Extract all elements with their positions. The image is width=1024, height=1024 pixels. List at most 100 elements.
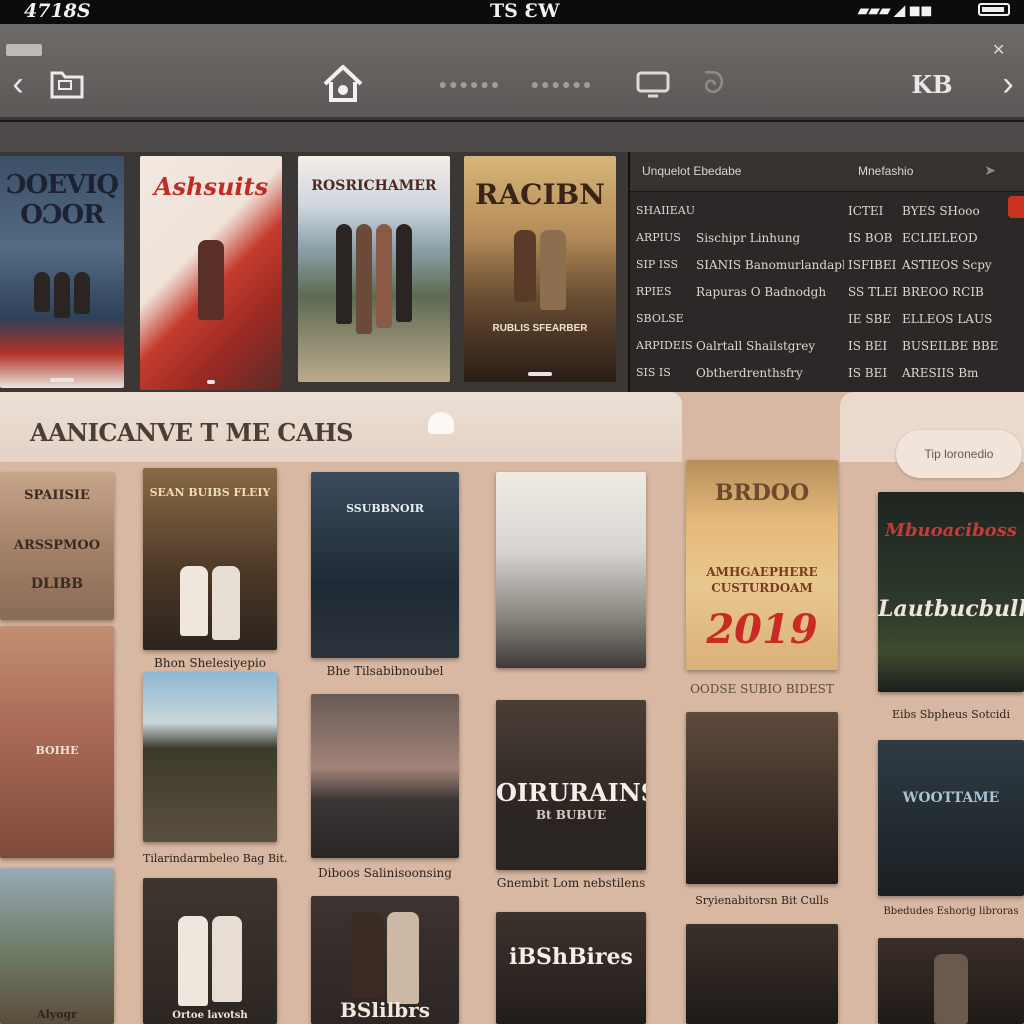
library-header: AANICANVE T ME CAHS (0, 392, 682, 462)
info-cell: IS BEI (848, 339, 888, 353)
tab-handle[interactable] (6, 44, 42, 56)
tile-title: WOOTTAME (902, 790, 1000, 806)
info-cell: ISFIBEI (848, 258, 897, 272)
info-header-left: Unquelot Ebedabe (642, 164, 742, 178)
info-cell: SIS IS (636, 366, 671, 379)
tile-title: BRDOO (714, 480, 810, 506)
tile-title: SEAN BUIBS FLEIY (149, 486, 271, 499)
info-row[interactable]: RPIES Rapuras O Badnodgh SS TLEI BREOO R… (630, 279, 1024, 306)
home-icon[interactable] (320, 64, 366, 104)
info-cell: IS BEI (848, 366, 888, 380)
tile[interactable]: iBShBires (496, 912, 646, 1024)
tile[interactable] (686, 924, 838, 1024)
chevron-right-icon[interactable]: › (996, 64, 1020, 104)
status-bar: 4718S TS ƐW ▰▰▰ ◢ ◼◼ (0, 0, 1024, 24)
tile-subtitle: AMHGAEPHERE CUSTURDOAM (706, 565, 818, 595)
tile[interactable]: BOIHE (0, 626, 114, 858)
tile[interactable]: WOOTTAME (878, 740, 1024, 896)
swirl-icon[interactable]: ᘐ (696, 64, 732, 104)
info-row[interactable]: ARPIUS Sischipr Linhung IS BOB ECLIELEOD (630, 225, 1024, 252)
tile[interactable]: SSUBBNOIR (311, 472, 459, 658)
tile[interactable] (143, 672, 277, 842)
poster-card[interactable]: RACIBN RUBLIS SFEARBER (464, 156, 616, 382)
bulb-icon[interactable] (428, 412, 454, 434)
info-cell: SHAIIEAUSS (636, 204, 694, 217)
info-cell: IE SBE (848, 312, 892, 326)
grid-dots-icon[interactable]: ●●●●●● (531, 64, 592, 104)
status-time: 4718S (24, 0, 91, 22)
tile-caption: Bbedudes Eshorig libroras (883, 906, 1019, 917)
arrow-icon[interactable]: ➤ (984, 162, 996, 179)
page-indicator (207, 380, 215, 384)
info-cell: ASTIEOS Scpy (902, 258, 992, 272)
tile[interactable]: BRDOO AMHGAEPHERE CUSTURDOAM 2019 (686, 460, 838, 670)
toolbar: ✕ ‹ ●●●●●● ●●●●●● ᘐ KB › (0, 24, 1024, 120)
tile-caption: Bhe Tilsabibnoubel (326, 664, 444, 678)
info-cell: RPIES (636, 285, 672, 298)
poster-footer: RUBLIS SFEARBER (492, 323, 588, 334)
poster-card[interactable]: Ashsuits (140, 156, 282, 390)
tile[interactable] (496, 472, 646, 668)
info-row[interactable]: SIP ISS SIANIS Banomurlandaphy ISFIBEI A… (630, 252, 1024, 279)
subbar (0, 122, 1024, 152)
info-row[interactable]: ARPIDEIS Oalrtall Shailstgrey IS BEI BUS… (630, 333, 1024, 360)
tile-caption: Eibs Sbpheus Sotcidi (892, 708, 1010, 721)
tile-title: OIRURAINS (496, 778, 646, 807)
tile-figures (178, 916, 242, 1006)
tile[interactable]: Ortoe lavotsh (143, 878, 277, 1024)
poster-title: Ashsuits (153, 172, 269, 201)
tile-title: SSUBBNOIR (346, 502, 424, 515)
poster-card[interactable]: ROSRICHAMER (298, 156, 450, 382)
tile-figures (351, 912, 419, 1004)
tile[interactable]: BSlilbrs (311, 896, 459, 1024)
poster-figures (198, 240, 224, 320)
tile-subtitle: Bt BUBUE (535, 808, 607, 822)
tile-title: Mbuoaciboss (885, 520, 1017, 541)
info-row[interactable]: SHAIIEAUSS ICTEI BYES SHooo (630, 198, 1024, 225)
close-icon[interactable]: ✕ (992, 40, 1005, 60)
tile-caption: Ortoe lavotsh (172, 1010, 248, 1021)
tile[interactable]: SEAN BUIBS FLEIY (143, 468, 277, 650)
tile-subtitle: Lautbucbulk (878, 596, 1024, 622)
tile-title: Alyogr (37, 1008, 77, 1021)
info-row[interactable]: SIS IS Obtherdrenthsfry IS BEI ARESIIS B… (630, 360, 1024, 387)
screen-icon[interactable] (636, 64, 670, 104)
poster-title: ƆOEVIQ OƆOR (5, 170, 119, 230)
tile[interactable] (686, 712, 838, 884)
tile[interactable]: SPAIISIE ARSSPMOO DLIBB (0, 472, 114, 620)
info-cell: SBOLSE (636, 312, 684, 325)
tile-title: DLIBB (30, 576, 84, 592)
page-indicator (528, 372, 552, 376)
info-cell: BREOO RCIB (902, 285, 984, 299)
info-cell: SIANIS Banomurlandaphy (696, 258, 844, 272)
info-header: Unquelot Ebedabe Mnefashio ➤ (630, 152, 1024, 192)
tile[interactable]: OIRURAINS Bt BUBUE (496, 700, 646, 870)
tile-title: ARSSPMOO (13, 538, 101, 553)
tip-button[interactable]: Tip loronedio (896, 430, 1022, 478)
folder-icon[interactable] (48, 64, 86, 104)
info-cell: ARPIDEIS (636, 339, 693, 352)
tile[interactable] (311, 694, 459, 858)
tile[interactable]: Mbuoaciboss Lautbucbulk (878, 492, 1024, 692)
info-cell: Obtherdrenthsfry (696, 366, 803, 380)
chevron-left-icon[interactable]: ‹ (6, 64, 30, 104)
info-cell: SIP ISS (636, 258, 679, 271)
signal-icon: ▰▰▰ ◢ ◼◼ (858, 2, 933, 18)
tile-title: SPAIISIE (24, 488, 90, 503)
info-cell: Rapuras O Badnodgh (696, 285, 827, 299)
info-cell: ARPIUS (636, 231, 681, 244)
tile-title: BOIHE (35, 744, 79, 757)
tile[interactable] (878, 938, 1024, 1024)
info-cell: ARESIIS Bm (902, 366, 979, 380)
poster-card[interactable]: ƆOEVIQ OƆOR (0, 156, 124, 388)
tile[interactable]: Alyogr (0, 868, 114, 1024)
battery-icon (978, 3, 1010, 16)
tile-caption: Gnembit Lom nebstilens (496, 876, 646, 890)
tile-caption: Diboos Salinisoonsing (318, 866, 452, 880)
info-row[interactable]: SBOLSE IE SBE ELLEOS LAUS (630, 306, 1024, 333)
menu-dots-icon[interactable]: ●●●●●● (439, 64, 500, 104)
info-cell: ELLEOS LAUS (902, 312, 993, 326)
tile-caption: OODSE SUBIO BIDEST (690, 682, 834, 696)
library-icon[interactable]: KB (906, 64, 958, 104)
poster-figures (514, 230, 566, 310)
